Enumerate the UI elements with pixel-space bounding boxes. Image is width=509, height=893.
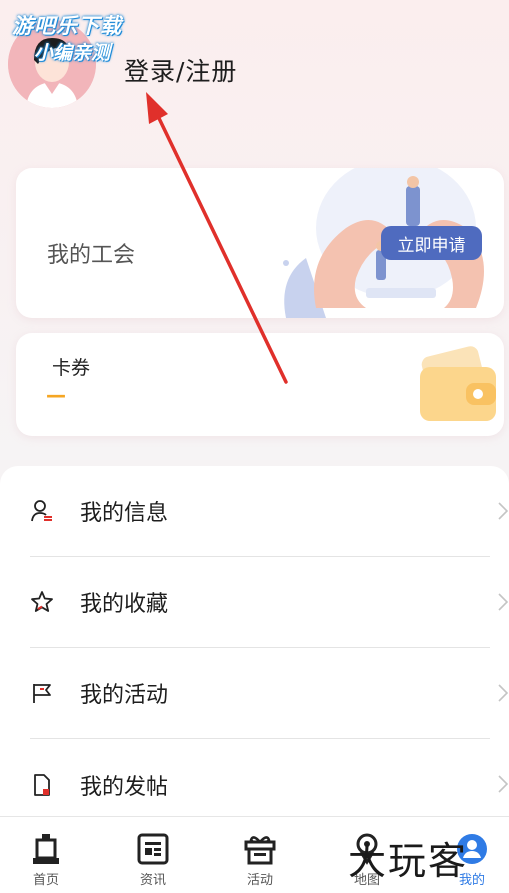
document-icon: [30, 773, 54, 797]
corner-watermark: 大玩客: [348, 839, 469, 883]
menu-label-my-favorites: 我的收藏: [80, 592, 169, 617]
chevron-right-icon: [498, 775, 508, 793]
apply-now-button[interactable]: 立即申请: [381, 226, 482, 260]
star-icon: [30, 590, 54, 614]
watermark-line1: 游吧乐下载: [12, 14, 122, 38]
user-icon: [30, 499, 54, 523]
coupon-card[interactable]: 卡券 —: [16, 333, 504, 436]
chevron-right-icon: [498, 593, 508, 611]
wallet-icon: [420, 346, 496, 421]
menu-item-my-activities[interactable]: 我的活动: [30, 648, 508, 739]
menu-item-my-favorites[interactable]: 我的收藏: [30, 557, 508, 648]
tab-news[interactable]: 资讯: [103, 817, 203, 893]
home-icon: [30, 831, 62, 867]
menu-item-my-info[interactable]: 我的信息: [30, 466, 508, 557]
tab-label-news: 资讯: [139, 873, 166, 888]
chevron-right-icon: [498, 684, 508, 702]
login-register-link[interactable]: 登录/注册: [124, 52, 237, 88]
watermark-line2: 小编亲测: [34, 42, 111, 64]
news-icon: [137, 831, 169, 867]
tab-label-activities: 活动: [246, 873, 273, 888]
gift-icon: [243, 831, 277, 867]
union-card[interactable]: 我的工会 立即申请: [16, 168, 504, 318]
menu-label-my-posts: 我的发帖: [80, 774, 169, 800]
tab-home[interactable]: 首页: [0, 817, 96, 893]
tab-activities[interactable]: 活动: [210, 817, 310, 893]
menu-label-my-activities: 我的活动: [80, 683, 169, 708]
watermark: 游吧乐下载 小编亲测: [12, 10, 122, 65]
flag-icon: [30, 681, 54, 705]
coupon-title: 卡券: [52, 357, 91, 379]
menu-label-my-info: 我的信息: [80, 501, 169, 526]
tab-label-home: 首页: [32, 873, 59, 888]
union-title: 我的工会: [47, 243, 136, 268]
coupon-value: —: [46, 383, 66, 407]
chevron-right-icon: [498, 502, 508, 520]
menu-list: 我的信息 我的收藏 我的活动 我的发帖: [0, 466, 509, 826]
